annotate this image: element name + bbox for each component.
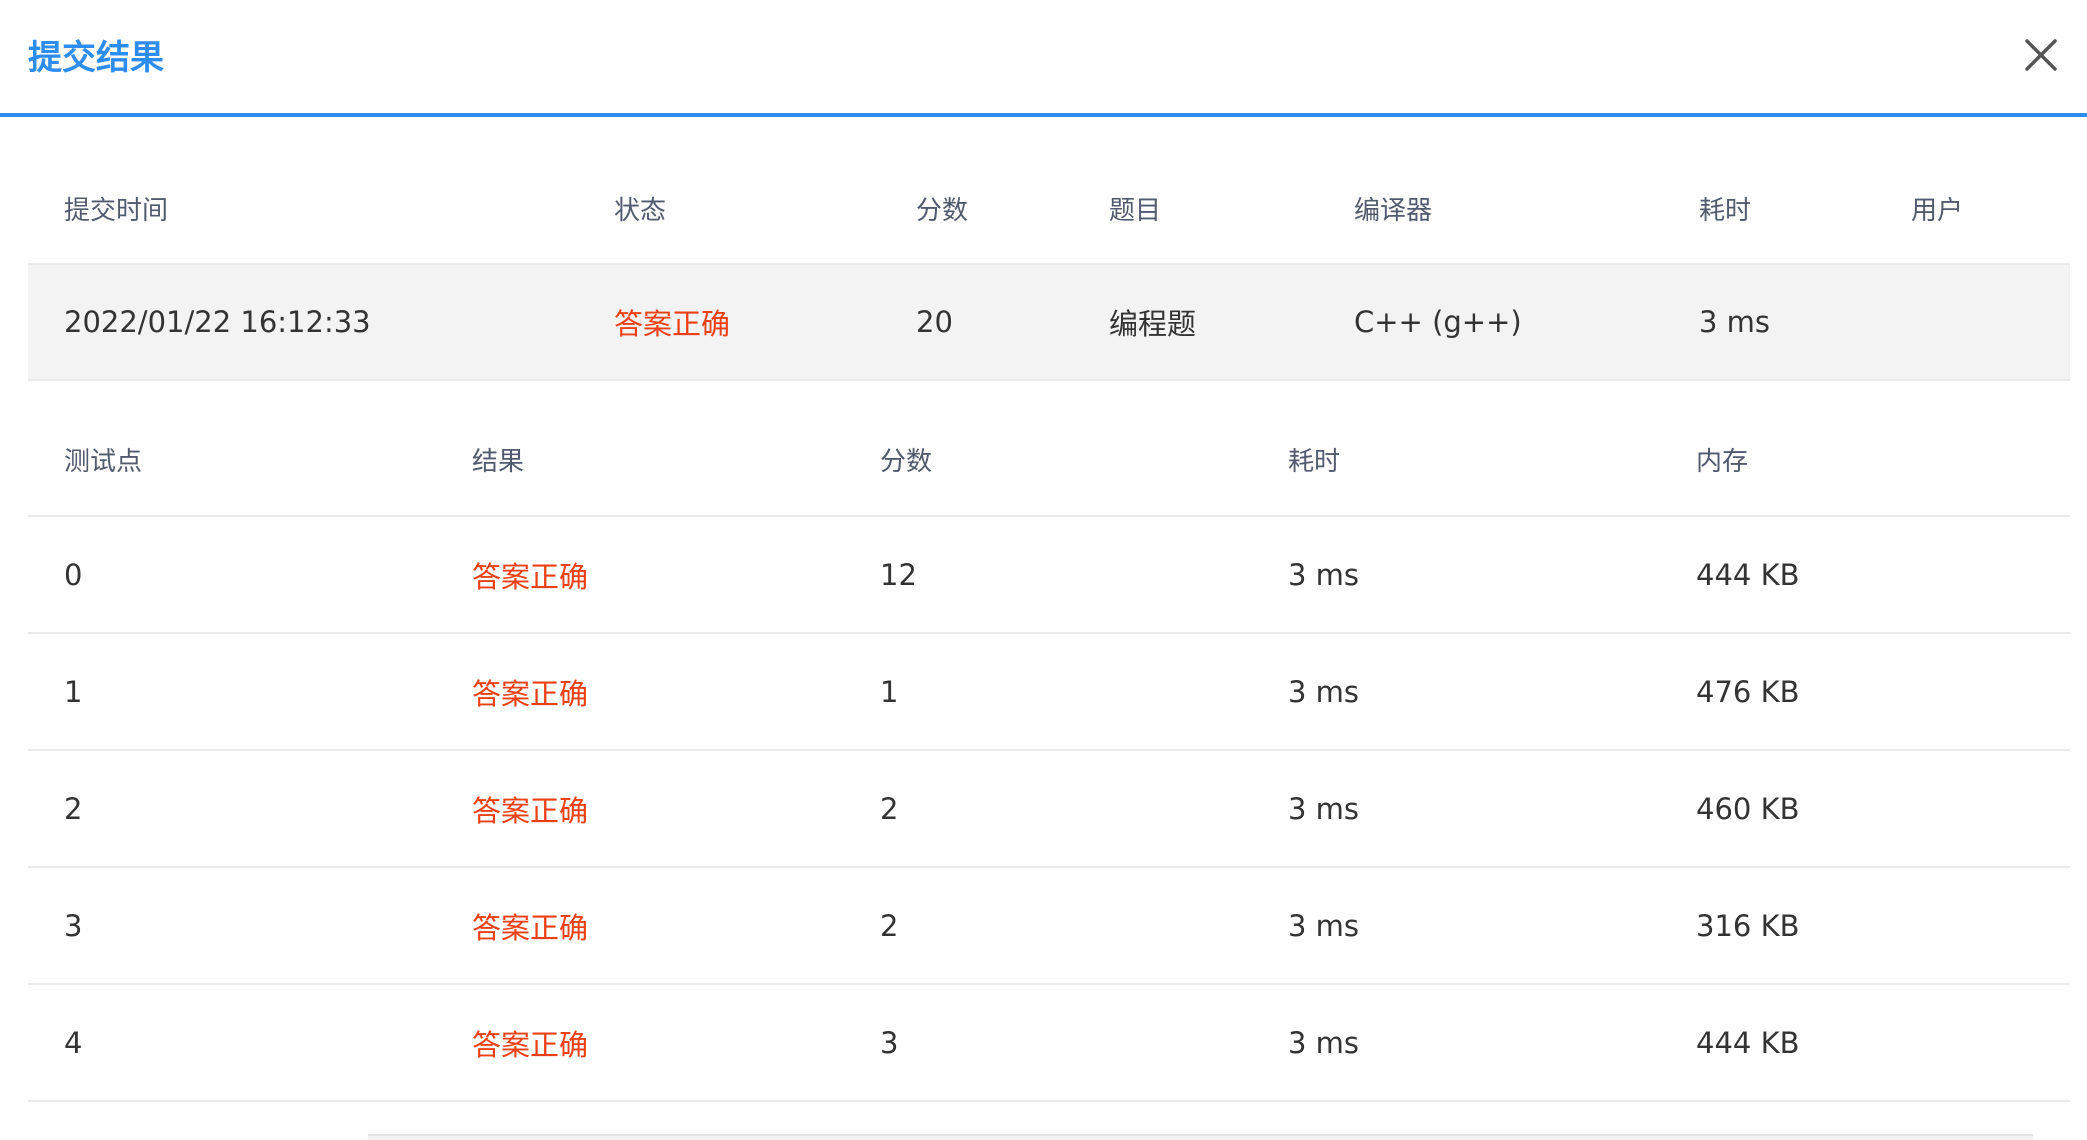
case-id: 3 xyxy=(28,867,436,985)
close-button[interactable] xyxy=(2016,30,2066,80)
case-time: 3 ms xyxy=(1252,750,1660,868)
case-id: 2 xyxy=(28,750,436,868)
case-memory: 444 KB xyxy=(1660,516,2070,634)
summary-row: 2022/01/22 16:12:33 答案正确 20 编程题 C++ (g++… xyxy=(28,264,2070,381)
case-score: 12 xyxy=(844,516,1252,634)
case-time: 3 ms xyxy=(1252,516,1660,634)
horizontal-scrollbar[interactable] xyxy=(368,1134,2033,1140)
submit-time: 2022/01/22 16:12:33 xyxy=(28,264,578,381)
case-memory: 444 KB xyxy=(1660,984,2070,1102)
case-score: 1 xyxy=(844,633,1252,751)
table-row: 2 答案正确 2 3 ms 460 KB xyxy=(28,750,2070,868)
column-header-memory: 内存 xyxy=(1660,404,2070,517)
problem-link[interactable]: 编程题 xyxy=(1073,264,1318,381)
case-id: 0 xyxy=(28,516,436,634)
column-header-user: 用户 xyxy=(1875,154,2070,265)
compiler-name: C++ (g++) xyxy=(1318,264,1663,381)
dialog-header: 提交结果 xyxy=(0,0,2087,117)
case-memory: 316 KB xyxy=(1660,867,2070,985)
dialog-title: 提交结果 xyxy=(28,38,164,78)
test-cases-table: 测试点 结果 分数 耗时 内存 0 答案正确 12 3 ms 444 KB 1 … xyxy=(28,404,2070,1102)
case-result: 答案正确 xyxy=(436,516,844,634)
case-result: 答案正确 xyxy=(436,984,844,1102)
table-row: 3 答案正确 2 3 ms 316 KB xyxy=(28,867,2070,985)
case-result: 答案正确 xyxy=(436,750,844,868)
case-time: 3 ms xyxy=(1252,984,1660,1102)
column-header-case-score: 分数 xyxy=(844,404,1252,517)
table-row: 4 答案正确 3 3 ms 444 KB xyxy=(28,984,2070,1102)
case-score: 2 xyxy=(844,750,1252,868)
column-header-problem: 题目 xyxy=(1073,154,1318,265)
case-time: 3 ms xyxy=(1252,867,1660,985)
column-header-submit-time: 提交时间 xyxy=(28,154,578,265)
table-row: 1 答案正确 1 3 ms 476 KB xyxy=(28,633,2070,751)
column-header-case: 测试点 xyxy=(28,404,436,517)
status-badge: 答案正确 xyxy=(578,264,880,381)
column-header-compiler: 编译器 xyxy=(1318,154,1663,265)
table-row: 0 答案正确 12 3 ms 444 KB xyxy=(28,516,2070,634)
case-id: 4 xyxy=(28,984,436,1102)
case-score: 3 xyxy=(844,984,1252,1102)
case-id: 1 xyxy=(28,633,436,751)
case-memory: 476 KB xyxy=(1660,633,2070,751)
summary-header-row: 提交时间 状态 分数 题目 编译器 耗时 用户 xyxy=(28,154,2070,265)
case-result: 答案正确 xyxy=(436,633,844,751)
total-score: 20 xyxy=(880,264,1073,381)
column-header-score: 分数 xyxy=(880,154,1073,265)
case-result: 答案正确 xyxy=(436,867,844,985)
submission-summary-table: 提交时间 状态 分数 题目 编译器 耗时 用户 2022/01/22 16:12… xyxy=(28,154,2070,381)
case-time: 3 ms xyxy=(1252,633,1660,751)
case-score: 2 xyxy=(844,867,1252,985)
column-header-result: 结果 xyxy=(436,404,844,517)
case-memory: 460 KB xyxy=(1660,750,2070,868)
column-header-status: 状态 xyxy=(578,154,880,265)
user-name xyxy=(1875,264,2070,381)
tests-header-row: 测试点 结果 分数 耗时 内存 xyxy=(28,404,2070,517)
elapsed-time: 3 ms xyxy=(1663,264,1875,381)
close-icon xyxy=(2025,39,2057,71)
column-header-case-time: 耗时 xyxy=(1252,404,1660,517)
column-header-elapsed: 耗时 xyxy=(1663,154,1875,265)
